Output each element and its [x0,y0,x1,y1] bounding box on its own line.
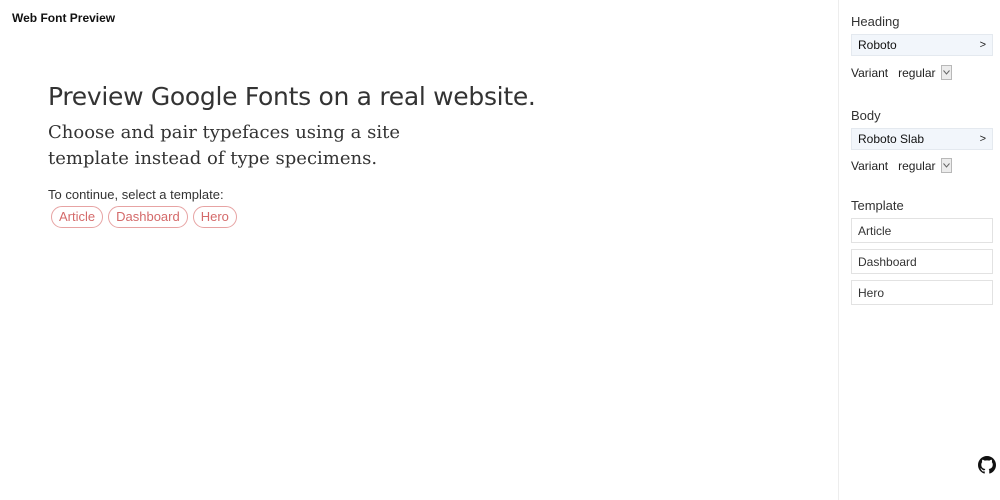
body-variant-value: regular [898,158,936,173]
chevron-right-icon: > [979,133,986,145]
page-subtitle: Choose and pair typefaces using a site t… [48,122,400,169]
heading-font-picker[interactable]: Roboto > [851,34,993,56]
heading-section-label: Heading [851,14,900,29]
body-variant-select[interactable]: regular [898,158,952,173]
chevron-down-icon [940,65,952,80]
app-title: Web Font Preview [12,11,116,25]
template-option-dashboard[interactable]: Dashboard [851,249,993,274]
hero-section: Preview Google Fonts on a real website. … [48,82,536,228]
heading-variant-row: Variant regular [851,65,952,80]
body-variant-label: Variant [851,158,889,173]
template-chip-hero[interactable]: Hero [192,206,237,228]
page-title: Preview Google Fonts on a real website. [48,82,536,111]
body-font-picker[interactable]: Roboto Slab > [851,128,993,150]
chevron-down-icon [940,158,952,173]
template-chip-article[interactable]: Article [51,206,104,228]
template-prompt: To continue, select a template: [48,187,224,202]
heading-variant-label: Variant [851,65,889,80]
template-option-hero[interactable]: Hero [851,280,993,305]
template-chip-group: Article Dashboard Hero [51,206,536,228]
github-icon[interactable] [978,456,996,474]
template-section-label: Template [851,198,904,213]
heading-variant-select[interactable]: regular [898,65,952,80]
settings-sidebar: Heading Roboto > Variant regular Body Ro… [838,0,1000,500]
heading-font-name: Roboto [858,38,897,52]
app-window: Web Font Preview Preview Google Fonts on… [0,0,1000,500]
template-chip-dashboard[interactable]: Dashboard [108,206,188,228]
preview-area: Web Font Preview Preview Google Fonts on… [0,0,838,500]
template-option-article[interactable]: Article [851,218,993,243]
body-font-name: Roboto Slab [858,132,925,146]
body-section-label: Body [851,108,881,123]
heading-variant-value: regular [898,65,936,80]
chevron-right-icon: > [979,39,986,51]
body-variant-row: Variant regular [851,158,952,173]
